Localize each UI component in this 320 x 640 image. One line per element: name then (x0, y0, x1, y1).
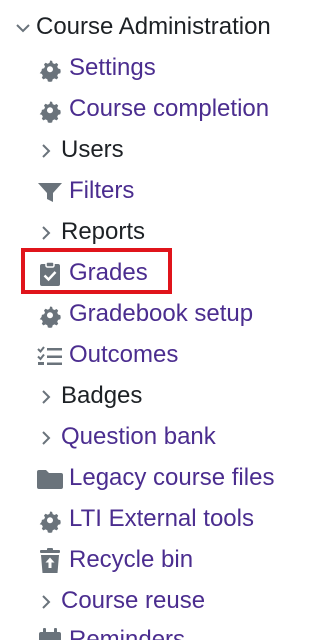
nav-item-course-completion[interactable]: Course completion (0, 89, 319, 130)
trash-icon (40, 548, 60, 573)
gear-icon (39, 101, 61, 123)
nav-label: Course reuse (61, 587, 206, 614)
nav-item-gradebook-setup[interactable]: Gradebook setup (0, 294, 319, 335)
nav-item-filters[interactable]: Filters (0, 171, 319, 212)
nav-item-legacy-course-files[interactable]: Legacy course files (0, 458, 319, 499)
nav-label: Reminders (69, 626, 186, 640)
chevron-right-icon (42, 390, 51, 404)
nav-label: Settings (69, 54, 156, 81)
nav-label: Question bank (61, 423, 216, 450)
nav-label: Gradebook setup (69, 300, 254, 327)
nav-label: Recycle bin (69, 546, 194, 573)
nav-label: Reports (61, 218, 146, 245)
nav-item-reminders[interactable]: Reminders (0, 620, 319, 640)
nav-label: Filters (69, 177, 135, 204)
chevron-right-icon (42, 144, 51, 158)
nav-label: Course completion (69, 95, 270, 122)
nav-item-lti-external-tools[interactable]: LTI External tools (0, 499, 319, 540)
nav-label: Outcomes (69, 341, 179, 368)
gear-icon (39, 306, 61, 328)
nav-item-question-bank[interactable]: Question bank (0, 417, 319, 458)
chevron-right-icon (42, 431, 51, 445)
course-administration-label: Course Administration (36, 13, 271, 40)
nav-item-outcomes[interactable]: Outcomes (0, 335, 319, 376)
nav-label: Users (61, 136, 124, 163)
nav-label: LTI External tools (69, 505, 254, 532)
nav-item-badges[interactable]: Badges (0, 376, 319, 417)
chevron-down-icon (16, 24, 30, 33)
nav-item-users[interactable]: Users (0, 130, 319, 171)
nav-item-reports[interactable]: Reports (0, 212, 319, 253)
nav-item-course-reuse[interactable]: Course reuse (0, 581, 319, 622)
nav-item-settings[interactable]: Settings (0, 48, 319, 89)
course-administration-node[interactable]: Course Administration (0, 6, 319, 47)
chevron-right-icon (42, 595, 51, 609)
folder-icon (37, 470, 63, 489)
gear-icon (39, 60, 61, 82)
nav-label: Legacy course files (69, 464, 275, 491)
filter-icon (38, 183, 62, 202)
grades-highlight-box (21, 248, 172, 294)
course-administration-tree: Course Administration Settings Course co… (0, 0, 319, 640)
calendar-icon (39, 628, 61, 640)
checklist-icon (37, 346, 62, 365)
chevron-right-icon (42, 226, 51, 240)
nav-item-recycle-bin[interactable]: Recycle bin (0, 540, 319, 581)
nav-label: Badges (61, 382, 143, 409)
gear-icon (39, 511, 61, 533)
